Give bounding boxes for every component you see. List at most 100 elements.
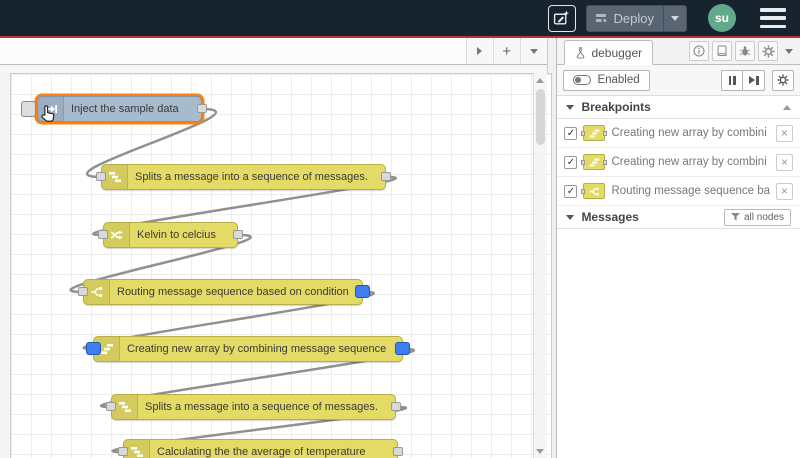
node-output-port[interactable] — [393, 447, 403, 456]
filter-label: all nodes — [743, 211, 784, 223]
messages-empty-area — [557, 229, 800, 458]
join-icon — [581, 154, 608, 170]
debugger-settings-button[interactable] — [772, 69, 794, 91]
pause-icon — [728, 75, 736, 85]
remove-breakpoint-button[interactable]: × — [776, 153, 793, 171]
flow-node-switch[interactable]: Routing message sequence based on condit… — [78, 279, 370, 305]
filter-funnel-icon — [731, 213, 740, 221]
tab-debugger[interactable]: debugger — [564, 40, 654, 65]
toggle-icon — [573, 75, 592, 85]
node-label: Splits a message into a sequence of mess… — [135, 171, 368, 183]
flow-list-button[interactable] — [519, 38, 547, 64]
section-title: Breakpoints — [581, 100, 651, 114]
breakpoint-marker-input[interactable] — [86, 342, 101, 355]
info-icon[interactable] — [689, 41, 709, 61]
flow-node-join[interactable]: Creating new array by combining message … — [86, 336, 410, 362]
check-icon: ✓ — [566, 185, 576, 197]
debugger-tab-icon — [575, 46, 586, 59]
breakpoint-row[interactable]: ✓ Creating new array by combini × — [557, 148, 800, 177]
section-title: Messages — [581, 210, 639, 224]
node-input-port[interactable] — [106, 402, 116, 411]
sidebar-tabbar: debugger — [557, 38, 800, 65]
gear-icon — [777, 74, 789, 86]
workspace-tabbar: + — [0, 38, 547, 65]
flow-node-split[interactable]: Splits a message into a sequence of mess… — [106, 394, 401, 420]
plus-icon: + — [502, 42, 512, 60]
close-icon: × — [780, 183, 788, 198]
hamburger-menu-icon[interactable] — [760, 8, 786, 28]
node-output-port[interactable] — [197, 104, 207, 113]
step-button[interactable] — [743, 69, 765, 91]
gear-icon[interactable] — [758, 41, 778, 61]
bug-icon[interactable] — [735, 41, 755, 61]
node-input-port[interactable] — [96, 172, 106, 181]
breakpoint-checkbox[interactable]: ✓ — [564, 184, 578, 198]
breakpoint-checkbox[interactable]: ✓ — [564, 126, 578, 140]
sidebar-options-caret[interactable] — [781, 48, 796, 54]
add-flow-button[interactable]: + — [492, 38, 520, 64]
breakpoint-label: Creating new array by combini — [611, 156, 767, 168]
breakpoint-checkbox[interactable]: ✓ — [564, 155, 578, 169]
enabled-label: Enabled — [597, 74, 640, 86]
tab-label: debugger — [591, 45, 643, 60]
deploy-label: Deploy — [613, 10, 654, 26]
breakpoints-section-header[interactable]: Breakpoints — [557, 96, 800, 119]
deploy-icon — [595, 12, 608, 25]
scroll-tabs-right-button[interactable] — [465, 38, 493, 64]
check-icon: ✓ — [566, 127, 576, 139]
main-area: + Inject the sample data Splits a messag… — [0, 38, 800, 458]
deploy-button[interactable]: Deploy — [585, 4, 687, 32]
user-avatar[interactable]: su — [708, 4, 736, 32]
check-icon: ✓ — [566, 156, 576, 168]
book-icon[interactable] — [712, 41, 732, 61]
debugger-toolbar: Enabled — [557, 65, 800, 96]
node-label: Inject the sample data — [71, 103, 179, 115]
node-label: Kelvin to celcius — [137, 229, 216, 241]
node-output-port[interactable] — [233, 230, 243, 239]
close-icon: × — [780, 125, 788, 140]
flow-node-split[interactable]: Splits a message into a sequence of mess… — [96, 164, 391, 190]
inject-trigger-button[interactable] — [21, 101, 36, 117]
messages-section-header[interactable]: Messages all nodes — [557, 206, 800, 229]
node-output-port[interactable] — [381, 172, 391, 181]
flow-node-inject[interactable]: Inject the sample data — [21, 96, 207, 122]
chevron-down-icon — [566, 104, 575, 110]
breakpoint-row[interactable]: ✓ Routing message sequence ba × — [557, 177, 800, 206]
chevron-down-icon — [566, 214, 575, 220]
cursor-icon — [39, 104, 56, 128]
avatar-initials: su — [714, 11, 729, 25]
assistant-button[interactable] — [547, 4, 576, 32]
enabled-toggle-button[interactable]: Enabled — [563, 69, 650, 91]
flow-canvas[interactable]: Inject the sample data Splits a message … — [10, 73, 552, 458]
flow-node-function[interactable]: Kelvin to celcius — [98, 222, 243, 248]
message-filter-button[interactable]: all nodes — [723, 208, 791, 226]
node-label: Splits a message into a sequence of mess… — [145, 401, 378, 413]
breakpoint-label: Routing message sequence ba — [611, 185, 770, 197]
flow-node-function[interactable]: Calculating the the average of temperatu… — [118, 439, 403, 458]
breakpoint-marker-output[interactable] — [395, 342, 410, 355]
app-header: Deploy su — [0, 0, 800, 36]
switch-icon — [581, 183, 606, 199]
node-input-port[interactable] — [78, 287, 88, 296]
remove-breakpoint-button[interactable]: × — [776, 124, 793, 142]
sidebar: debugger Enabled Breakpoints ✓ Creating … — [557, 38, 800, 458]
node-label: Calculating the the average of temperatu… — [157, 446, 366, 458]
node-label: Creating new array by combining message … — [127, 343, 387, 355]
breakpoint-label: Creating new array by combini — [611, 127, 767, 139]
node-input-port[interactable] — [98, 230, 108, 239]
close-icon: × — [780, 154, 788, 169]
pause-button[interactable] — [721, 69, 743, 91]
join-icon — [581, 125, 608, 141]
step-icon — [748, 75, 759, 85]
node-label: Routing message sequence based on condit… — [117, 286, 349, 298]
node-output-port[interactable] — [391, 402, 401, 411]
breakpoint-marker-output[interactable] — [355, 285, 370, 298]
remove-breakpoint-button[interactable]: × — [776, 182, 793, 200]
sidebar-scroll-up-icon[interactable] — [783, 104, 791, 110]
workspace: + Inject the sample data Splits a messag… — [0, 38, 552, 458]
canvas-viewport: Inject the sample data Splits a message … — [0, 65, 552, 458]
breakpoint-row[interactable]: ✓ Creating new array by combini × — [557, 119, 800, 148]
deploy-options-caret[interactable] — [664, 6, 686, 31]
edit-sparkle-icon — [553, 10, 570, 27]
node-input-port[interactable] — [118, 447, 128, 456]
